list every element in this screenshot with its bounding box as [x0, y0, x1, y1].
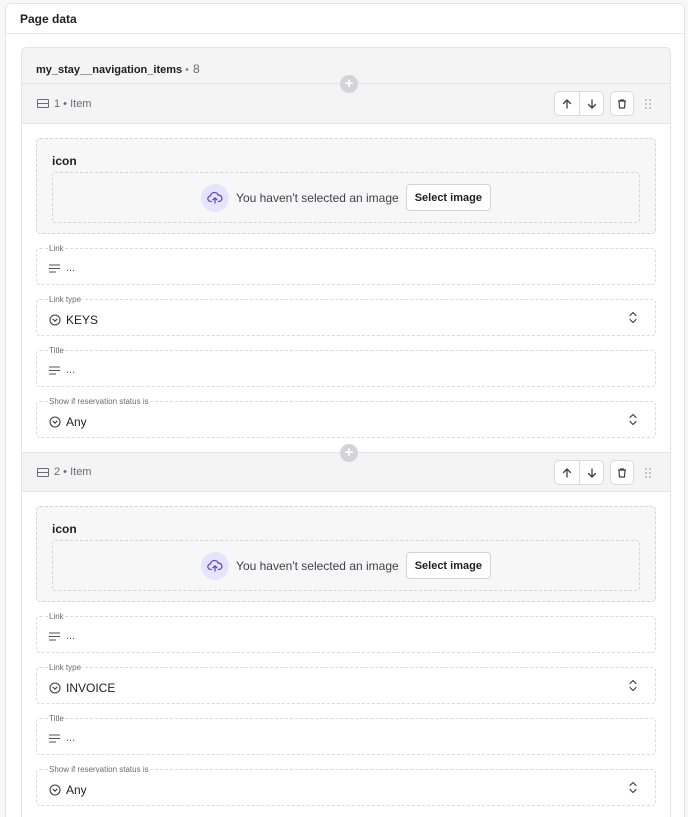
chevron-circle-icon	[49, 416, 61, 428]
delete-item-button[interactable]	[610, 460, 634, 485]
link-field[interactable]: Link ...	[36, 244, 656, 285]
title-value: ...	[66, 364, 76, 376]
reservation-status-select[interactable]: Show if reservation status is Any	[36, 397, 656, 438]
reservation-status-select[interactable]: Show if reservation status is Any	[36, 765, 656, 806]
link-value: ...	[66, 630, 76, 642]
chevron-circle-icon	[49, 682, 61, 694]
move-up-button[interactable]	[555, 92, 579, 115]
link-type-value: KEYS	[66, 313, 99, 327]
item-label: 1 • Item	[54, 97, 92, 110]
link-label: Link	[48, 612, 65, 621]
chevrons-up-down-icon	[629, 679, 637, 692]
chevron-circle-icon	[49, 784, 61, 796]
title-label: Title	[48, 346, 65, 355]
chevrons-up-down-icon	[629, 311, 637, 324]
move-up-button[interactable]	[555, 461, 579, 484]
arrow-down-icon	[587, 98, 596, 109]
link-type-value: INVOICE	[66, 681, 116, 695]
drag-handle-icon[interactable]	[644, 467, 652, 479]
move-buttons	[554, 91, 604, 116]
drag-handle-icon[interactable]	[644, 98, 652, 110]
chevrons-up-down-icon	[629, 781, 637, 794]
row-icon	[37, 467, 49, 477]
item-label: 2 • Item	[54, 466, 92, 478]
link-type-select[interactable]: Link type INVOICE	[36, 663, 656, 704]
move-down-button[interactable]	[579, 461, 603, 484]
select-image-button[interactable]: Select image	[405, 184, 491, 211]
arrow-down-icon	[587, 467, 596, 478]
array-separator: •	[185, 64, 189, 76]
array-name: my_stay__navigation_items	[36, 64, 183, 76]
image-field-label: icon	[52, 522, 77, 536]
text-lines-icon	[49, 733, 60, 743]
text-lines-icon	[49, 263, 60, 273]
reservation-status-value: Any	[66, 415, 87, 429]
trash-icon	[618, 467, 626, 478]
move-down-button[interactable]	[579, 92, 603, 115]
reservation-status-value: Any	[66, 783, 87, 797]
item-body: icon You haven't selected an image Selec…	[22, 124, 670, 452]
panel-title: Page data	[6, 4, 684, 34]
link-field[interactable]: Link ...	[36, 612, 656, 653]
array-count: 8	[193, 62, 200, 76]
title-field[interactable]: Title ...	[36, 346, 656, 387]
trash-icon	[618, 98, 626, 109]
title-value: ...	[66, 732, 76, 744]
image-drop-zone[interactable]: You haven't selected an image Select ima…	[52, 172, 640, 223]
title-label: Title	[48, 714, 65, 723]
navigation-items-array: my_stay__navigation_items• 8 + 1 • Item	[21, 47, 671, 817]
select-image-button[interactable]: Select image	[405, 552, 491, 579]
arrow-up-icon	[562, 467, 572, 478]
arrow-up-icon	[562, 98, 572, 109]
chevrons-up-down-icon	[629, 413, 637, 426]
no-image-text: You haven't selected an image	[236, 190, 399, 205]
reservation-status-label: Show if reservation status is	[48, 765, 150, 774]
add-item-icon[interactable]: +	[340, 444, 358, 462]
chevron-circle-icon	[49, 314, 61, 326]
reservation-status-label: Show if reservation status is	[48, 397, 150, 406]
link-value: ...	[66, 262, 76, 274]
cloud-upload-icon	[201, 183, 230, 212]
link-type-label: Link type	[48, 295, 83, 304]
link-type-select[interactable]: Link type KEYS	[36, 295, 656, 336]
link-label: Link	[48, 244, 65, 253]
icon-image-field: icon You haven't selected an image Selec…	[36, 138, 656, 234]
item-header[interactable]: + 1 • Item	[22, 75, 670, 124]
icon-image-field: icon You haven't selected an image Selec…	[36, 506, 656, 602]
row-icon	[37, 99, 49, 108]
item-body: icon You haven't selected an image Selec…	[22, 492, 670, 817]
link-type-label: Link type	[48, 663, 83, 672]
text-lines-icon	[49, 365, 60, 375]
delete-item-button[interactable]	[610, 91, 634, 116]
add-item-icon[interactable]: +	[340, 75, 358, 93]
image-drop-zone[interactable]: You haven't selected an image Select ima…	[52, 540, 640, 591]
text-lines-icon	[49, 631, 60, 641]
page-data-panel: Page data my_stay__navigation_items • 8 + …	[5, 3, 685, 817]
item-header[interactable]: + 2 • Item	[22, 444, 670, 492]
image-field-label: icon	[52, 154, 77, 168]
title-field[interactable]: Title ...	[36, 714, 656, 755]
cloud-upload-icon	[201, 551, 230, 580]
no-image-text: You haven't selected an image	[236, 558, 399, 573]
move-buttons	[554, 460, 604, 485]
